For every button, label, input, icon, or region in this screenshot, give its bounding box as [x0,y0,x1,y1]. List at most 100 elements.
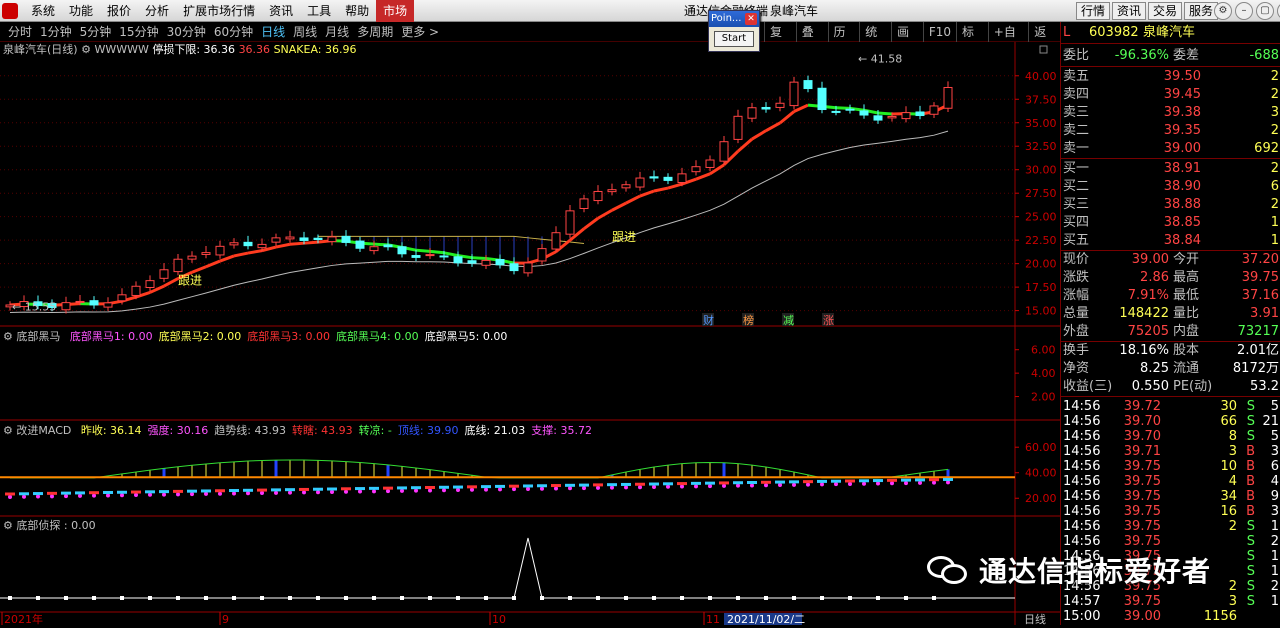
detector-dot [848,596,852,600]
quote-cell: -688 [1249,47,1279,65]
top-button[interactable]: 行情 [1076,2,1110,20]
settings-icon[interactable]: ⚙ [3,519,13,532]
popup-start-button[interactable]: Start [714,31,754,47]
menu-item[interactable]: 报价 [100,0,138,22]
top-button[interactable]: 服务 [1184,2,1218,20]
menu-item[interactable]: 资讯 [262,0,300,22]
period-tab[interactable]: 日线 [257,22,289,42]
candle-body [356,241,364,248]
support-dot [190,492,194,496]
period-tab[interactable]: 多周期 [353,22,397,42]
chart-area[interactable]: 40.0037.5035.0032.5030.0027.5025.0022.50… [0,42,1060,625]
trend-dash [691,482,701,485]
quote-cell: 委比 [1063,47,1089,65]
top-button[interactable]: 资讯 [1112,2,1146,20]
settings-icon[interactable]: ⚙ [3,424,13,437]
quote-cell: 外盘 [1063,323,1089,341]
support-dot [288,491,292,495]
support-dot [50,494,54,498]
candle-body [510,264,518,271]
quote-cell: 1 [1271,214,1279,232]
menu-item[interactable]: 市场 [376,0,414,22]
trend-dash [145,490,155,493]
candle-body [90,301,98,305]
minimize-icon[interactable]: – [1235,2,1253,20]
support-dot [638,485,642,489]
stat-row: 涨幅7.91%最低37.16 [1061,287,1280,305]
trend-dash [509,485,519,488]
candle-body [902,113,910,119]
support-dot [386,489,390,493]
trend-dash [327,488,337,491]
stat2-row: 换手18.16%股本2.01亿 [1061,342,1280,360]
trend-dash [201,489,211,492]
candle-body [426,255,434,256]
divider [1061,66,1280,67]
menu-item[interactable]: 扩展市场行情 [176,0,262,22]
menu-item[interactable]: 帮助 [338,0,376,22]
sell-row: 卖三39.383 [1061,104,1280,122]
menu-item[interactable]: 系统 [24,0,62,22]
y-tick-label: 32.50 [1025,140,1057,153]
detector-dot [428,596,432,600]
menu-item[interactable]: 功能 [62,0,100,22]
menu-item[interactable]: 分析 [138,0,176,22]
quote-cell: 今开 [1173,251,1199,269]
period-tab[interactable]: 15分钟 [115,22,162,42]
quote-cell: 2 [1271,196,1279,214]
point-popup-window[interactable]: Poin...✕ Start [708,10,760,52]
menu-item[interactable]: 工具 [300,0,338,22]
quote-cell: 流通 [1173,360,1199,378]
quote-cell: 2 [1271,122,1279,140]
support-dot [36,495,40,499]
period-tab[interactable]: 5分钟 [76,22,116,42]
period-tab[interactable]: 更多 > [397,22,443,42]
candle-body [384,245,392,247]
period-tab[interactable]: 1分钟 [36,22,76,42]
trend-dash [607,483,617,486]
snake-line-segment [304,242,318,243]
y-tick-label: 40.00 [1025,70,1057,83]
period-tab[interactable]: 30分钟 [163,22,210,42]
panel4-title: 底部侦探 [16,519,60,532]
trend-dash [901,479,911,482]
indicator-value: 底部黑马2: 0.00 [159,330,242,343]
candle-body [762,107,770,109]
indicator-value: 底部黑马4: 0.00 [336,330,419,343]
restore-icon[interactable]: ▢ [1256,2,1274,20]
quote-cell: 换手 [1063,342,1089,360]
support-dot [526,487,530,491]
quote-cell: 最低 [1173,287,1199,305]
trend-dash [313,488,323,491]
period-tab[interactable]: 分时 [4,22,36,42]
trend-dash [75,491,85,494]
trend-dash [229,489,239,492]
detector-dot [792,596,796,600]
quote-cell: 量比 [1173,305,1199,323]
candle-body [944,88,952,109]
event-marker: 涨 [823,314,834,327]
candle-body [594,191,602,200]
quote-cell: 3 [1271,104,1279,122]
settings-icon[interactable]: ⚙ [3,330,13,343]
quote-cell: L [1063,24,1070,42]
support-dot [106,493,110,497]
period-tab[interactable]: 周线 [289,22,321,42]
top-button[interactable]: 交易 [1148,2,1182,20]
indicator-value: 底部黑马3: 0.00 [247,330,330,343]
candle-body [692,167,700,172]
popup-close-icon[interactable]: ✕ [745,13,757,25]
settings-icon[interactable]: ⚙ [81,43,91,56]
trend-dash [383,487,393,490]
indicator-value: 支撑: 35.72 [531,424,592,437]
detector-dot [512,596,516,600]
trend-dash [635,483,645,486]
trend-dash [33,492,43,495]
settings-icon[interactable]: ⚙ [1214,2,1232,20]
detector-dot [8,596,12,600]
trend-dash [61,492,71,495]
period-tab[interactable]: 月线 [321,22,353,42]
period-tab[interactable]: 60分钟 [210,22,257,42]
panel3-items: 昨收: 36.14强度: 30.16趋势线: 43.93转瞎: 43.93转凉:… [75,424,592,437]
candle-body [860,111,868,115]
